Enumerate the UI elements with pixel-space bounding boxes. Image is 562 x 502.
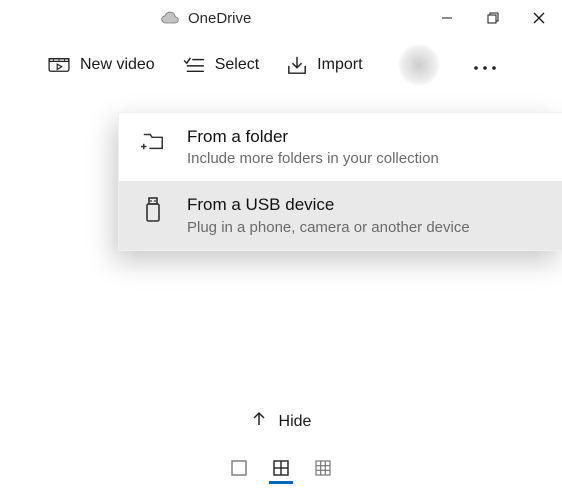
avatar[interactable] xyxy=(399,45,439,85)
import-icon xyxy=(287,55,307,75)
toolbar: New video Select Import xyxy=(0,36,562,94)
hide-label: Hide xyxy=(279,413,312,431)
arrow-up-icon xyxy=(251,411,267,432)
view-toggle xyxy=(0,456,562,484)
view-single[interactable] xyxy=(227,456,251,484)
view-grid-3x3[interactable] xyxy=(311,456,335,484)
select-button[interactable]: Select xyxy=(183,56,259,74)
import-from-usb[interactable]: From a USB device Plug in a phone, camer… xyxy=(119,181,562,249)
new-video-button[interactable]: New video xyxy=(48,56,155,74)
close-button[interactable] xyxy=(516,0,562,36)
more-button[interactable] xyxy=(467,54,503,77)
import-folder-title: From a folder xyxy=(187,127,439,147)
maximize-button[interactable] xyxy=(470,0,516,36)
select-icon xyxy=(183,56,205,74)
new-video-label: New video xyxy=(80,56,155,74)
import-usb-subtitle: Plug in a phone, camera or another devic… xyxy=(187,219,470,236)
cloud-icon xyxy=(160,11,180,25)
folder-add-icon xyxy=(141,129,165,153)
window-title: OneDrive xyxy=(188,10,251,27)
window-controls xyxy=(424,0,562,36)
select-label: Select xyxy=(215,56,259,74)
minimize-button[interactable] xyxy=(424,0,470,36)
video-icon xyxy=(48,56,70,74)
import-from-folder[interactable]: From a folder Include more folders in yo… xyxy=(119,113,562,181)
import-dropdown: From a folder Include more folders in yo… xyxy=(118,112,562,251)
hide-button[interactable]: Hide xyxy=(0,411,562,432)
import-folder-subtitle: Include more folders in your collection xyxy=(187,150,439,167)
import-label: Import xyxy=(317,56,362,74)
usb-icon xyxy=(141,197,165,223)
import-button[interactable]: Import xyxy=(287,55,362,75)
view-grid-2x2[interactable] xyxy=(269,456,293,484)
title-bar: OneDrive xyxy=(0,0,562,36)
import-usb-title: From a USB device xyxy=(187,195,470,215)
